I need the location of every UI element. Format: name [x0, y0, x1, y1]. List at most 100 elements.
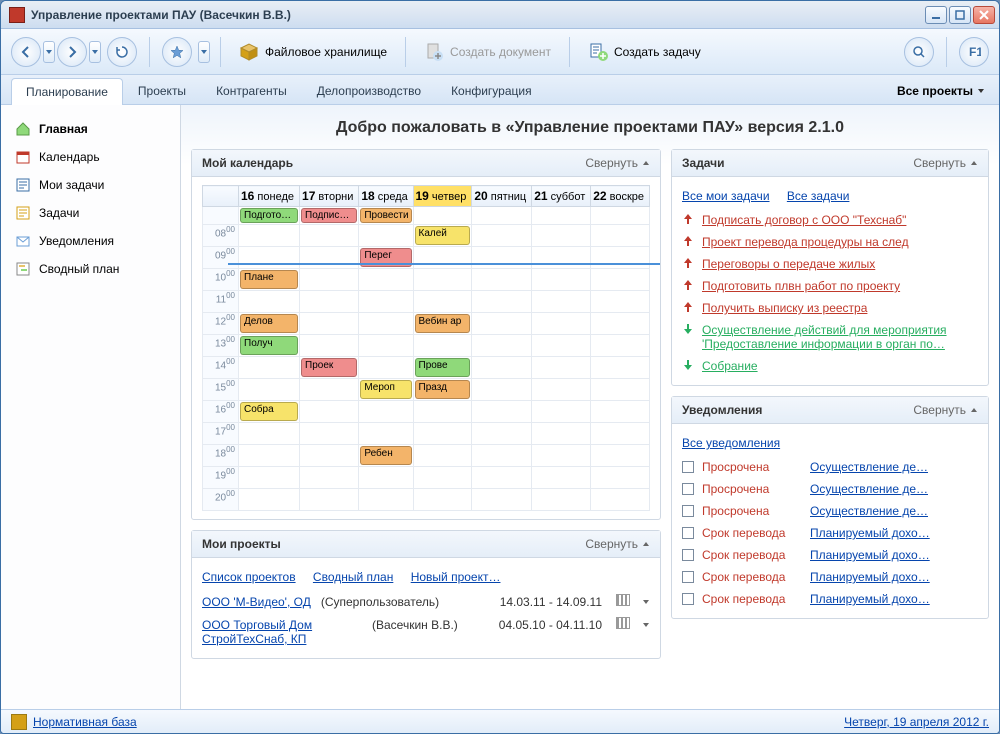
help-button[interactable]: F1: [959, 37, 989, 67]
close-button[interactable]: [973, 6, 995, 24]
maximize-button[interactable]: [949, 6, 971, 24]
task-row: Собрание: [682, 355, 978, 377]
calendar-event[interactable]: Мероп: [360, 380, 411, 399]
calendar-table: 16 понеде17 вторни18 среда19 четвер20 пя…: [202, 185, 650, 511]
notif-checkbox[interactable]: [682, 527, 694, 539]
create-task-button[interactable]: Создать задачу: [580, 38, 709, 66]
notif-link[interactable]: Планируемый дохо…: [810, 570, 930, 584]
calendar-event[interactable]: Делов: [240, 314, 298, 333]
task-link[interactable]: Проект перевода процедуры на след: [702, 235, 909, 249]
calendar-body[interactable]: 16 понеде17 вторни18 среда19 четвер20 пя…: [192, 177, 660, 519]
tasks-all-link[interactable]: Все задачи: [787, 189, 850, 203]
calendar-event[interactable]: Плане: [240, 270, 298, 289]
tab-config[interactable]: Конфигурация: [436, 77, 547, 104]
favorites-dropdown[interactable]: [198, 41, 210, 63]
projects-list-link[interactable]: Список проектов: [202, 570, 296, 584]
notif-link[interactable]: Осуществление де…: [810, 460, 928, 474]
notif-link[interactable]: Планируемый дохо…: [810, 592, 930, 606]
nav-forward-button[interactable]: [57, 37, 87, 67]
project-link[interactable]: ООО Торговый Дом СтройТехСнаб, КП: [202, 618, 362, 646]
gantt-icon[interactable]: [616, 594, 630, 606]
notif-checkbox[interactable]: [682, 505, 694, 517]
calendar-event[interactable]: Прове: [415, 358, 471, 377]
project-dates: 04.05.10 - 04.11.10: [499, 618, 602, 632]
priority-up-icon: [682, 279, 694, 291]
project-dates: 14.03.11 - 14.09.11: [500, 595, 602, 609]
app-window: Управление проектами ПАУ (Васечкин В.В.)…: [0, 0, 1000, 734]
notif-checkbox[interactable]: [682, 593, 694, 605]
toolbar: Файловое хранилище Создать документ Созд…: [1, 29, 999, 75]
calendar-collapse[interactable]: Свернуть: [585, 156, 650, 170]
task-link[interactable]: Осуществление действий для мероприятия '…: [702, 323, 978, 351]
allday-event[interactable]: Провести: [360, 208, 411, 223]
notif-checkbox[interactable]: [682, 483, 694, 495]
calendar-event[interactable]: Проек: [301, 358, 357, 377]
calendar-event[interactable]: Собра: [240, 402, 298, 421]
notifs-collapse[interactable]: Свернуть: [913, 403, 978, 417]
notif-link[interactable]: Планируемый дохо…: [810, 548, 930, 562]
gantt-icon[interactable]: [616, 617, 630, 629]
tab-projects[interactable]: Проекты: [123, 77, 201, 104]
notif-link[interactable]: Осуществление де…: [810, 504, 928, 518]
projects-plan-link[interactable]: Сводный план: [313, 570, 393, 584]
refresh-button[interactable]: [107, 37, 137, 67]
sidebar-item-plan[interactable]: Сводный план: [1, 255, 180, 283]
create-doc-label: Создать документ: [450, 45, 551, 59]
tab-docflow[interactable]: Делопроизводство: [302, 77, 436, 104]
notif-status: Просрочена: [702, 504, 802, 518]
sidebar-item-calendar[interactable]: Календарь: [1, 143, 180, 171]
nav-forward-history-dropdown[interactable]: [89, 41, 101, 63]
window-title: Управление проектами ПАУ (Васечкин В.В.): [31, 8, 925, 22]
project-link[interactable]: ООО 'М-Видео', ОД: [202, 595, 311, 609]
notif-status: Просрочена: [702, 482, 802, 496]
task-link[interactable]: Получить выписку из реестра: [702, 301, 867, 315]
normative-link[interactable]: Нормативная база: [33, 715, 137, 729]
all-projects-dropdown[interactable]: Все проекты: [893, 78, 989, 104]
task-link[interactable]: Собрание: [702, 359, 758, 373]
welcome-heading: Добро пожаловать в «Управление проектами…: [181, 105, 999, 149]
tab-contractors[interactable]: Контрагенты: [201, 77, 302, 104]
notif-checkbox[interactable]: [682, 549, 694, 561]
tasks-mine-link[interactable]: Все мои задачи: [682, 189, 770, 203]
notif-checkbox[interactable]: [682, 461, 694, 473]
favorites-button[interactable]: [162, 37, 192, 67]
notif-link[interactable]: Осуществление де…: [810, 482, 928, 496]
sidebar-item-mytasks[interactable]: Мои задачи: [1, 171, 180, 199]
content: Добро пожаловать в «Управление проектами…: [181, 105, 999, 709]
projects-collapse[interactable]: Свернуть: [585, 537, 650, 551]
notif-link[interactable]: Планируемый дохо…: [810, 526, 930, 540]
nav-back-history-dropdown[interactable]: [43, 41, 55, 63]
file-repo-button[interactable]: Файловое хранилище: [231, 38, 395, 66]
allday-event[interactable]: Подгото…: [240, 208, 298, 223]
notif-icon: [15, 233, 31, 249]
notif-status: Срок перевода: [702, 548, 802, 562]
project-row: ООО 'М-Видео', ОД (Суперпользователь) 14…: [202, 590, 650, 613]
notif-checkbox[interactable]: [682, 571, 694, 583]
search-button[interactable]: [904, 37, 934, 67]
task-link[interactable]: Подготовить плвн работ по проекту: [702, 279, 900, 293]
tab-planning[interactable]: Планирование: [11, 78, 123, 105]
calendar-event[interactable]: Ребен: [360, 446, 411, 465]
date-link[interactable]: Четверг, 19 апреля 2012 г.: [844, 715, 989, 729]
notifs-all-link[interactable]: Все уведомления: [682, 436, 780, 450]
sidebar-item-tasks[interactable]: Задачи: [1, 199, 180, 227]
task-row: Переговоры о передаче жилых: [682, 253, 978, 275]
calendar-event[interactable]: Получ: [240, 336, 298, 355]
task-link[interactable]: Подписать договор с ООО "Техснаб": [702, 213, 906, 227]
calendar-event[interactable]: Перег: [360, 248, 411, 267]
task-row: Осуществление действий для мероприятия '…: [682, 319, 978, 355]
all-projects-label: Все проекты: [897, 84, 973, 98]
sidebar-item-notif[interactable]: Уведомления: [1, 227, 180, 255]
task-link[interactable]: Переговоры о передаче жилых: [702, 257, 875, 271]
tasks-collapse[interactable]: Свернуть: [913, 156, 978, 170]
calendar-icon: [15, 149, 31, 165]
projects-new-link[interactable]: Новый проект…: [411, 570, 501, 584]
minimize-button[interactable]: [925, 6, 947, 24]
allday-event[interactable]: Подпис…: [301, 208, 357, 223]
sidebar-item-label: Календарь: [39, 150, 100, 164]
sidebar-item-home[interactable]: Главная: [1, 115, 180, 143]
nav-back-button[interactable]: [11, 37, 41, 67]
calendar-event[interactable]: Калей: [415, 226, 471, 245]
calendar-event[interactable]: Вебин ар: [415, 314, 471, 333]
calendar-event[interactable]: Празд: [415, 380, 471, 399]
